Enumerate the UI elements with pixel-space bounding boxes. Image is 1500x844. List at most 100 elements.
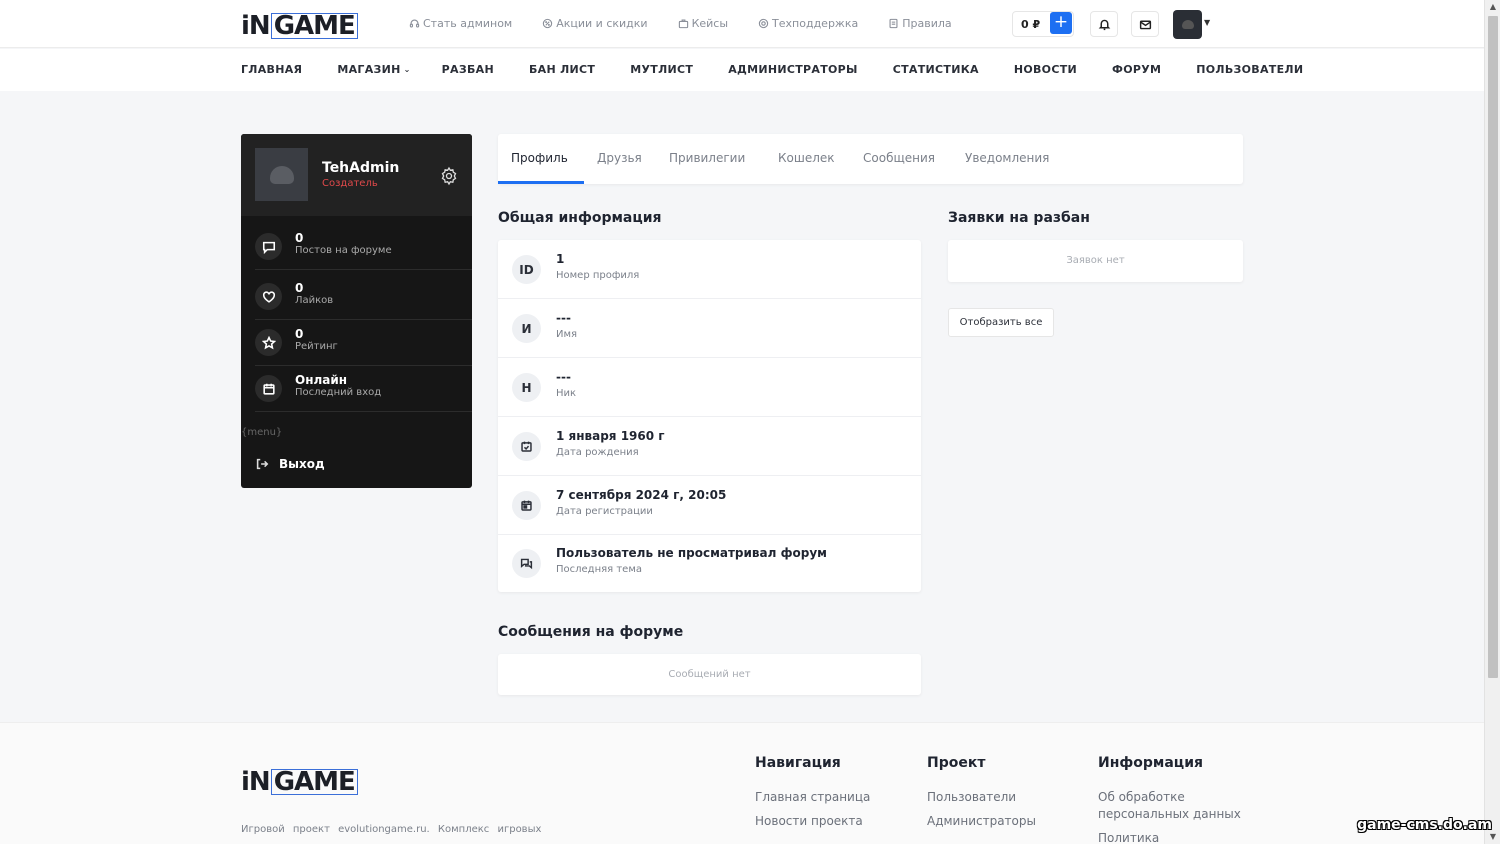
footer-col-navigation: Навигация Главная страница Новости проек… — [755, 755, 870, 837]
footer-link[interactable]: Об обработке персональных данных — [1098, 789, 1248, 823]
top-link-label: Стать админом — [423, 17, 513, 30]
info-badge — [512, 432, 541, 461]
site-logo[interactable]: i N GAME — [241, 11, 358, 41]
info-value: --- — [556, 370, 571, 384]
unban-requests-empty: Заявок нет — [948, 240, 1243, 282]
discount-icon — [543, 18, 553, 29]
profile-username: TehAdmin — [322, 160, 400, 176]
support-icon — [758, 18, 769, 29]
stat-value: 0 — [295, 281, 304, 295]
info-value: Пользователь не просматривал форум — [556, 546, 827, 560]
top-link-label: Техподдержка — [772, 17, 859, 30]
nav-item-shop[interactable]: МАГАЗИН ⌄ — [337, 63, 410, 76]
stat-label: Рейтинг — [295, 341, 338, 352]
page-scrollbar[interactable]: ▲ ▼ — [1484, 0, 1500, 844]
nav-item-home[interactable]: ГЛАВНАЯ — [241, 63, 302, 76]
top-link-rules[interactable]: Правила — [888, 17, 952, 30]
info-row-nick: Н --- Ник — [498, 358, 921, 417]
calendar-icon — [521, 500, 532, 511]
nav-items: ГЛАВНАЯ МАГАЗИН ⌄ РАЗБАН БАН ЛИСТ МУТЛИСТ… — [241, 63, 1303, 76]
add-funds-button[interactable]: + — [1050, 12, 1072, 34]
footer: i N GAME Игровой проект evolutiongame.ru. … — [0, 722, 1484, 844]
top-link-support[interactable]: Техподдержка — [758, 17, 858, 30]
messages-button[interactable] — [1131, 11, 1159, 37]
info-badge — [512, 491, 541, 520]
tab-messages[interactable]: Сообщения — [863, 151, 935, 165]
footer-logo[interactable]: i N GAME — [241, 767, 358, 797]
scrollbar-thumb[interactable] — [1488, 16, 1498, 678]
logout-button[interactable]: Выход — [255, 457, 325, 471]
active-tab-indicator — [498, 181, 584, 184]
logout-label: Выход — [279, 457, 325, 471]
stat-forum-posts: 0 Постов на форуме — [255, 224, 472, 270]
headset-icon — [409, 19, 420, 28]
footer-col-info: Информация Об обработке персональных дан… — [1098, 755, 1248, 844]
info-row-registered: 7 сентября 2024 г, 20:05 Дата регистраци… — [498, 476, 921, 535]
info-badge — [512, 549, 541, 578]
info-row-last-topic: Пользователь не просматривал форум После… — [498, 534, 921, 593]
general-info-list: ID 1 Номер профиля И --- Имя Н --- Ник 1… — [498, 240, 921, 592]
profile-tabs: Профиль Друзья Привилегии Кошелек Сообще… — [498, 134, 1243, 184]
nav-item-unban[interactable]: РАЗБАН — [442, 63, 494, 76]
settings-button[interactable] — [439, 166, 459, 186]
logout-icon — [256, 458, 269, 470]
top-links: Стать админом Акции и скидки Кейсы Техпо… — [409, 17, 952, 30]
nav-item-users[interactable]: ПОЛЬЗОВАТЕЛИ — [1196, 63, 1303, 76]
forum-messages-empty: Сообщений нет — [498, 654, 921, 695]
tab-profile[interactable]: Профиль — [511, 151, 568, 165]
top-link-discounts[interactable]: Акции и скидки — [542, 17, 648, 30]
footer-link[interactable]: Новости проекта — [755, 813, 870, 830]
page: i N GAME Стать админом Акции и скидки Кейс… — [0, 0, 1484, 844]
tab-privileges[interactable]: Привилегии — [669, 151, 745, 165]
stat-value: 0 — [295, 327, 304, 341]
general-info-title: Общая информация — [498, 210, 662, 226]
info-label: Дата регистрации — [556, 506, 653, 517]
forum-messages-title: Сообщения на форуме — [498, 624, 684, 640]
calendar-check-icon — [521, 441, 532, 452]
tab-notifications[interactable]: Уведомления — [965, 151, 1049, 165]
case-icon — [678, 19, 688, 29]
info-badge: Н — [512, 373, 541, 402]
footer-link[interactable]: Администраторы — [927, 813, 1036, 830]
scroll-up-icon[interactable]: ▲ — [1485, 0, 1500, 14]
info-label: Имя — [556, 329, 578, 340]
nav-item-mutelist[interactable]: МУТЛИСТ — [630, 63, 693, 76]
chevron-down-icon[interactable]: ▼ — [1204, 18, 1210, 27]
show-all-button[interactable]: Отобразить все — [948, 308, 1054, 337]
chat-icon — [520, 558, 533, 570]
nav-item-stats[interactable]: СТАТИСТИКА — [893, 63, 979, 76]
user-avatar-menu[interactable] — [1173, 10, 1202, 39]
tab-friends[interactable]: Друзья — [597, 151, 642, 165]
footer-link[interactable]: Главная страница — [755, 789, 870, 806]
profile-role: Создатель — [322, 178, 378, 189]
info-badge: ID — [512, 255, 541, 284]
nav-item-forum[interactable]: ФОРУМ — [1112, 63, 1161, 76]
info-row-name: И --- Имя — [498, 299, 921, 358]
comment-icon — [262, 241, 275, 254]
nav-item-admins[interactable]: АДМИНИСТРАТОРЫ — [728, 63, 858, 76]
info-row-id: ID 1 Номер профиля — [498, 240, 921, 299]
top-link-cases[interactable]: Кейсы — [678, 17, 728, 30]
footer-col-project: Проект Пользователи Администраторы — [927, 755, 1036, 837]
avatar — [255, 148, 308, 201]
chevron-down-icon: ⌄ — [403, 65, 411, 74]
footer-link[interactable]: Политика — [1098, 830, 1248, 844]
rules-icon — [889, 18, 898, 29]
notifications-button[interactable] — [1090, 11, 1118, 37]
nav-item-banlist[interactable]: БАН ЛИСТ — [529, 63, 595, 76]
stat-icon-wrap — [255, 283, 282, 310]
menu-placeholder: {menu} — [241, 427, 283, 438]
star-icon — [261, 335, 276, 349]
info-value: 7 сентября 2024 г, 20:05 — [556, 488, 727, 502]
info-label: Дата рождения — [556, 447, 639, 458]
calendar-icon — [262, 383, 275, 395]
tab-wallet[interactable]: Кошелек — [778, 151, 835, 165]
stat-label: Последний вход — [295, 387, 382, 398]
footer-link[interactable]: Пользователи — [927, 789, 1036, 806]
watermark: game-cms.do.am — [1357, 817, 1492, 833]
info-label: Номер профиля — [556, 270, 640, 281]
top-link-become-admin[interactable]: Стать админом — [409, 17, 512, 30]
stat-rating: 0 Рейтинг — [255, 320, 472, 366]
profile-header: TehAdmin Создатель — [241, 134, 472, 216]
nav-item-news[interactable]: НОВОСТИ — [1014, 63, 1077, 76]
